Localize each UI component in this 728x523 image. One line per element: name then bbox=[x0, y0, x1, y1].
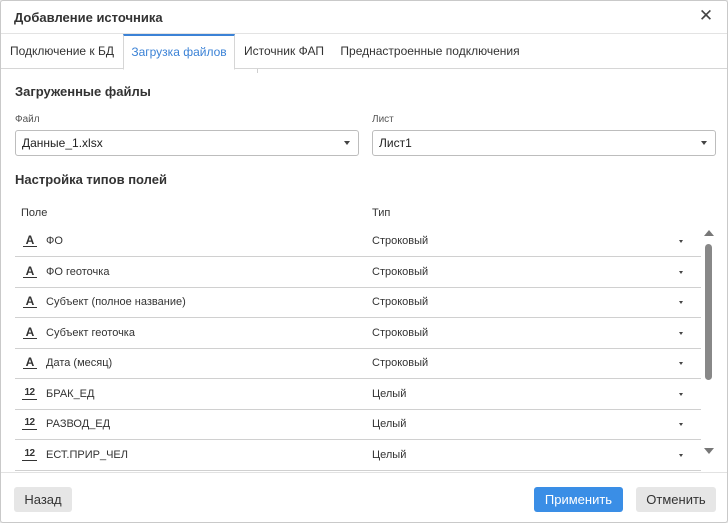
chevron-down-icon[interactable] bbox=[679, 453, 683, 457]
chevron-down-icon bbox=[701, 141, 707, 145]
dialog-footer: Назад Применить Отменить bbox=[1, 472, 727, 522]
tab-preset-connections[interactable]: Преднастроенные подключения bbox=[333, 34, 527, 69]
field-type-select[interactable]: Строковый bbox=[372, 235, 428, 247]
table-row[interactable]: A ФО геоточка Строковый bbox=[15, 258, 701, 288]
number-type-icon: 12 bbox=[22, 448, 37, 461]
divider bbox=[257, 69, 258, 73]
field-name: ФО bbox=[46, 235, 63, 247]
tab-file-upload[interactable]: Загрузка файлов bbox=[123, 34, 235, 70]
chevron-down-icon[interactable] bbox=[679, 301, 683, 304]
tab-bar: Подключение к БД Загрузка файлов Источни… bbox=[1, 34, 727, 70]
column-header-type: Тип bbox=[372, 207, 391, 219]
scroll-down-icon[interactable] bbox=[704, 448, 714, 454]
sheet-select[interactable]: Лист1 bbox=[372, 130, 716, 156]
text-type-icon: A bbox=[23, 295, 37, 308]
scrollbar-thumb[interactable] bbox=[705, 244, 712, 380]
table-row[interactable]: A Субъект (полное название) Строковый bbox=[15, 288, 701, 318]
chevron-down-icon[interactable] bbox=[679, 240, 683, 243]
field-type-select[interactable]: Строковый bbox=[372, 357, 428, 369]
table-row[interactable]: 12 ЕСТ.ПРИР_ЧЕЛ Целый bbox=[15, 441, 701, 471]
field-name: ФО геоточка bbox=[46, 265, 110, 278]
file-select[interactable]: Данные_1.xlsx bbox=[15, 130, 359, 156]
table-row[interactable]: A Дата (месяц) Строковый bbox=[15, 349, 701, 379]
chevron-down-icon[interactable] bbox=[679, 362, 683, 365]
field-type-select[interactable]: Целый bbox=[372, 449, 406, 461]
sheet-label: Лист bbox=[372, 114, 394, 125]
apply-button[interactable]: Применить bbox=[534, 487, 623, 512]
field-type-select[interactable]: Целый bbox=[372, 418, 406, 430]
field-types-table: A ФО Строковый A ФО геоточка Строковый A Субъек… bbox=[15, 227, 701, 471]
add-source-dialog: Добавление источника ✕ Подключение к БД … bbox=[0, 0, 728, 523]
tab-db-connection[interactable]: Подключение к БД bbox=[1, 34, 123, 69]
back-button[interactable]: Назад bbox=[14, 487, 72, 512]
field-name: Дата (месяц) bbox=[46, 357, 113, 369]
table-row[interactable]: 12 БРАК_ЕД Целый bbox=[15, 380, 701, 410]
field-type-select[interactable]: Целый bbox=[372, 388, 406, 400]
column-header-field: Поле bbox=[21, 207, 48, 219]
text-type-icon: A bbox=[23, 326, 37, 339]
dialog-title: Добавление источника bbox=[14, 10, 163, 25]
chevron-down-icon[interactable] bbox=[679, 270, 683, 274]
text-type-icon: A bbox=[23, 234, 37, 247]
number-type-icon: 12 bbox=[22, 417, 37, 430]
table-row[interactable]: A Субъект геоточка Строковый bbox=[15, 319, 701, 349]
chevron-down-icon[interactable] bbox=[679, 423, 683, 426]
cancel-button[interactable]: Отменить bbox=[636, 487, 716, 512]
chevron-down-icon bbox=[344, 141, 350, 145]
file-select-value: Данные_1.xlsx bbox=[22, 136, 103, 150]
text-type-icon: A bbox=[23, 265, 37, 278]
chevron-down-icon[interactable] bbox=[679, 392, 683, 396]
field-type-select[interactable]: Строковый bbox=[372, 296, 428, 308]
tab-fap-source[interactable]: Источник ФАП bbox=[235, 34, 333, 69]
number-type-icon: 12 bbox=[22, 387, 37, 400]
field-type-select[interactable]: Строковый bbox=[372, 327, 428, 339]
field-name: ЕСТ.ПРИР_ЧЕЛ bbox=[46, 448, 128, 461]
field-name: Субъект (полное название) bbox=[46, 296, 186, 308]
close-icon[interactable]: ✕ bbox=[697, 7, 715, 25]
table-row[interactable]: 12 РАЗВОД_ЕД Целый bbox=[15, 410, 701, 440]
dialog-titlebar: Добавление источника ✕ bbox=[1, 1, 727, 34]
field-types-title: Настройка типов полей bbox=[15, 172, 167, 187]
file-label: Файл bbox=[15, 114, 40, 125]
field-type-select[interactable]: Строковый bbox=[372, 266, 428, 278]
sheet-select-value: Лист1 bbox=[379, 136, 412, 150]
text-type-icon: A bbox=[23, 356, 37, 369]
chevron-down-icon[interactable] bbox=[679, 331, 683, 335]
table-row[interactable]: A ФО Строковый bbox=[15, 227, 701, 257]
uploaded-files-title: Загруженные файлы bbox=[15, 84, 151, 99]
scrollbar[interactable] bbox=[703, 228, 715, 460]
field-name: РАЗВОД_ЕД bbox=[46, 418, 111, 430]
field-name: Субъект геоточка bbox=[46, 326, 135, 339]
field-name: БРАК_ЕД bbox=[46, 387, 95, 400]
scroll-up-icon[interactable] bbox=[704, 230, 714, 236]
